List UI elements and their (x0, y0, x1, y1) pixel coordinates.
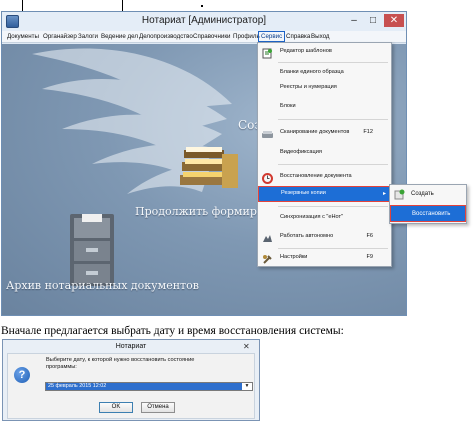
menu-item-sync-enot[interactable]: Синхронизация с "eНот" (258, 212, 391, 226)
window-title: Нотариат [Администратор] (141, 15, 267, 26)
restore-date-select[interactable]: 25 февраль 2015 12:02 ▼ (45, 382, 253, 391)
restore-date-value: 25 февраль 2015 12:02 (46, 383, 242, 390)
menu-office-work[interactable]: Делопроизводство (138, 32, 194, 41)
backup-submenu: Создать Восстановить (389, 184, 467, 224)
instruction-caption: Вначале предлагается выбрать дату и врем… (1, 325, 344, 337)
menu-separator (278, 119, 388, 120)
menu-item-backups[interactable]: Резервные копии ▸ (258, 186, 391, 202)
menu-item-template-editor[interactable]: Редактор шаблонов (258, 46, 391, 60)
dot-mark (201, 5, 203, 7)
window-titlebar: Нотариат [Администратор] – □ ✕ (2, 12, 406, 31)
create-backup-icon (394, 189, 405, 200)
menu-cases[interactable]: Ведение дел (100, 32, 139, 41)
menu-item-video-recording[interactable]: Видеофиксация (258, 147, 391, 161)
menu-item-registers[interactable]: Реестры и нумерация (258, 82, 391, 96)
menu-references[interactable]: Справочники (192, 32, 231, 41)
menu-item-work-offline[interactable]: Работать автономно F6 (258, 231, 391, 245)
menu-item-settings[interactable]: Настройки F9 (258, 252, 391, 266)
question-icon: ? (14, 367, 30, 383)
submenu-item-create[interactable]: Создать (390, 186, 466, 203)
minimize-button[interactable]: – (347, 14, 361, 27)
offline-icon (263, 235, 272, 242)
chevron-down-icon[interactable]: ▼ (243, 383, 251, 390)
scanner-icon (262, 131, 273, 138)
menu-item-standard-forms[interactable]: Бланки единого образца (258, 67, 391, 81)
menu-separator (278, 206, 388, 207)
dialog-title: Нотариат (115, 343, 147, 350)
restore-date-dialog: Нотариат ✕ ? Выберите дату, к которой ну… (2, 339, 260, 421)
close-button[interactable]: ✕ (384, 14, 404, 27)
dialog-message: Выберите дату, к которой нужно восстанов… (46, 357, 195, 370)
menu-organizer[interactable]: Органайзер (42, 32, 78, 41)
submenu-arrow-icon: ▸ (382, 191, 386, 197)
settings-icon (263, 255, 272, 264)
service-menu-dropdown: Редактор шаблонов Бланки единого образца… (257, 42, 392, 267)
menu-separator (278, 164, 388, 165)
template-editor-icon (262, 48, 272, 59)
menu-documents[interactable]: Документы (6, 32, 40, 41)
archive-cabinet-icon[interactable] (68, 214, 116, 286)
menu-item-restore-document[interactable]: Восстановление документа (258, 171, 391, 185)
dialog-close-button[interactable]: ✕ (243, 342, 250, 351)
menu-separator (278, 62, 388, 63)
dialog-body: ? Выберите дату, к которой нужно восстан… (7, 353, 255, 419)
menu-pledges[interactable]: Залоги (77, 32, 99, 41)
cancel-button[interactable]: Отмена (141, 402, 175, 413)
menu-help[interactable]: Справка (285, 32, 311, 41)
menu-separator (278, 248, 388, 249)
restore-document-icon (262, 173, 273, 184)
document-trays-icon[interactable] (180, 144, 240, 192)
menu-exit[interactable]: Выход (310, 32, 331, 41)
submenu-item-restore[interactable]: Восстановить (390, 205, 466, 222)
menu-service[interactable]: Сервис (258, 31, 286, 42)
maximize-button[interactable]: □ (366, 14, 380, 27)
menu-item-scan-documents[interactable]: Сканирование документов F12 (258, 127, 391, 141)
archive-tile-label[interactable]: Архив нотариальных документов (6, 279, 199, 292)
menu-profile[interactable]: Профиль (232, 32, 261, 41)
menu-item-blocks[interactable]: Блоки (258, 101, 391, 115)
continue-document-tile-label[interactable]: Продолжить формирова (135, 205, 276, 218)
ok-button[interactable]: OK (99, 402, 133, 413)
